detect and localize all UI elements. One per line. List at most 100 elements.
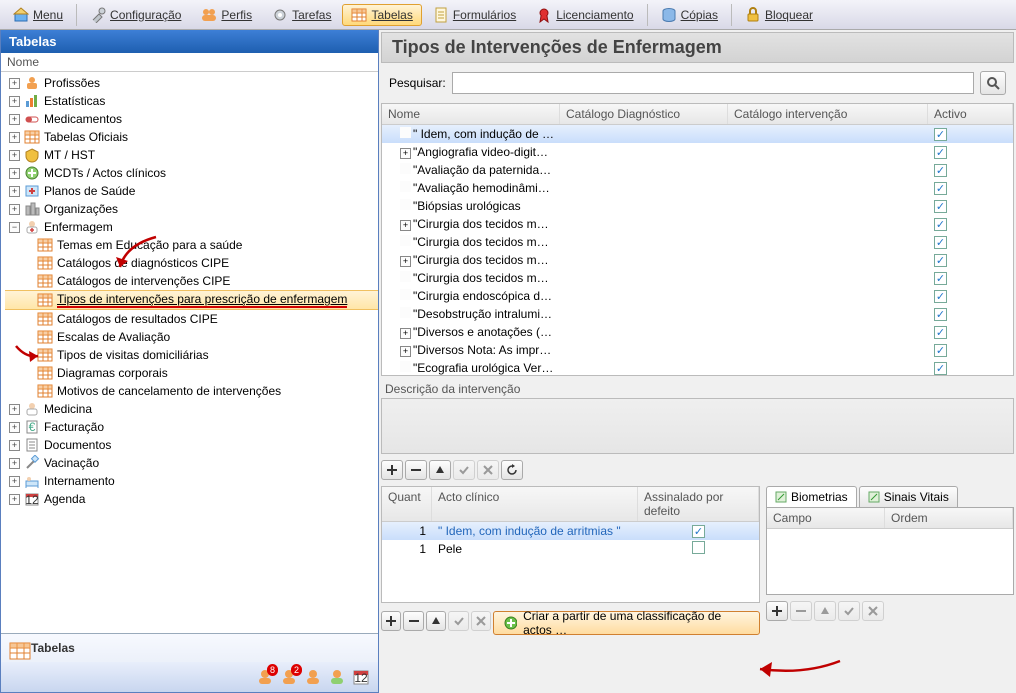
tab-sinais-vitais[interactable]: Sinais Vitais xyxy=(859,486,958,507)
expander-icon[interactable]: + xyxy=(9,186,20,197)
checkbox[interactable]: ✓ xyxy=(934,218,947,231)
grid-row[interactable]: "Avaliação hemodinâmica art…✓ xyxy=(382,179,1013,197)
acto-up-button[interactable] xyxy=(426,611,446,631)
grid-row[interactable]: "Desobstrução intraluminal c…✓ xyxy=(382,305,1013,323)
tree-item[interactable]: +Planos de Saúde xyxy=(5,182,378,200)
cancel-button[interactable] xyxy=(477,460,499,480)
acto-cancel-button[interactable] xyxy=(471,611,491,631)
tree-item[interactable]: +Organizações xyxy=(5,200,378,218)
tree-item[interactable]: Catálogos de diagnósticos CIPE xyxy=(5,254,378,272)
refresh-button[interactable] xyxy=(501,460,523,480)
expander-icon[interactable]: + xyxy=(9,114,20,125)
expander-icon[interactable]: + xyxy=(9,204,20,215)
tree-item[interactable]: +Profissões xyxy=(5,74,378,92)
col-cat-int[interactable]: Catálogo intervenção xyxy=(728,104,928,124)
acto-row[interactable]: 1Pele xyxy=(382,540,759,558)
tree-item[interactable]: Tipos de intervenções para prescrição de… xyxy=(5,290,378,310)
search-button[interactable] xyxy=(980,71,1006,95)
grid-row[interactable]: +"Cirurgia dos tecidos moles✓ xyxy=(382,251,1013,269)
grid-row[interactable]: +"Diversos Nota: As impressõ…✓ xyxy=(382,341,1013,359)
expander-icon[interactable]: + xyxy=(9,96,20,107)
checkbox[interactable]: ✓ xyxy=(934,362,947,375)
tree-item[interactable]: Temas em Educação para a saúde xyxy=(5,236,378,254)
row-expander-icon[interactable] xyxy=(400,163,411,174)
tab-up-button[interactable] xyxy=(814,601,836,621)
sidebar-tree[interactable]: +Profissões+Estatísticas+Medicamentos+Ta… xyxy=(1,72,378,633)
acto-body[interactable]: 1" Idem, com indução de arritmias "✓1Pel… xyxy=(382,522,759,602)
calendar-icon[interactable]: 12 xyxy=(352,668,370,686)
tabelas-button[interactable]: Tabelas xyxy=(342,4,421,26)
licenciamento-button[interactable]: Licenciamento xyxy=(527,4,642,26)
row-expander-icon[interactable] xyxy=(400,289,411,300)
col-nome[interactable]: Nome xyxy=(382,104,560,124)
criar-classificacao-button[interactable]: Criar a partir de uma classificação de a… xyxy=(493,611,760,635)
status-icon-2[interactable]: 2 xyxy=(280,668,298,686)
status-icon-4[interactable] xyxy=(328,668,346,686)
tree-item[interactable]: Tipos de visitas domiciliárias xyxy=(5,346,378,364)
expander-icon[interactable]: + xyxy=(9,476,20,487)
grid-row[interactable]: " Idem, com indução de arrit…✓ xyxy=(382,125,1013,143)
row-expander-icon[interactable]: + xyxy=(400,148,411,159)
col-ordem[interactable]: Ordem xyxy=(885,508,1013,528)
checkbox[interactable]: ✓ xyxy=(934,128,947,141)
row-expander-icon[interactable]: + xyxy=(400,328,411,339)
grid-row[interactable]: +"Cirurgia dos tecidos moles✓ xyxy=(382,215,1013,233)
checkbox[interactable]: ✓ xyxy=(692,525,705,538)
checkbox[interactable]: ✓ xyxy=(934,236,947,249)
desc-textarea[interactable] xyxy=(381,398,1014,454)
tab-biometrias[interactable]: Biometrias xyxy=(766,486,857,507)
row-expander-icon[interactable] xyxy=(400,127,411,138)
add-button[interactable] xyxy=(381,460,403,480)
grid-body[interactable]: " Idem, com indução de arrit…✓+"Angiogra… xyxy=(382,125,1013,375)
checkbox[interactable]: ✓ xyxy=(934,290,947,303)
expander-icon[interactable]: + xyxy=(9,132,20,143)
tree-item[interactable]: +Medicamentos xyxy=(5,110,378,128)
tree-item[interactable]: +MCDTs / Actos clínicos xyxy=(5,164,378,182)
expander-icon[interactable]: + xyxy=(9,404,20,415)
grid-row[interactable]: "Cirurgia dos tecidos moles✓ xyxy=(382,269,1013,287)
checkbox[interactable]: ✓ xyxy=(934,200,947,213)
tree-item[interactable]: Catálogos de intervenções CIPE xyxy=(5,272,378,290)
row-expander-icon[interactable]: + xyxy=(400,346,411,357)
checkbox[interactable]: ✓ xyxy=(934,326,947,339)
grid-row[interactable]: "Cirurgia dos tecidos moles✓ xyxy=(382,233,1013,251)
expander-icon[interactable]: + xyxy=(9,458,20,469)
tree-item[interactable]: +MT / HST xyxy=(5,146,378,164)
checkbox[interactable]: ✓ xyxy=(934,344,947,357)
expander-icon[interactable]: + xyxy=(9,168,20,179)
status-icon-1[interactable]: 8 xyxy=(256,668,274,686)
checkbox[interactable]: ✓ xyxy=(934,164,947,177)
checkbox[interactable] xyxy=(692,541,705,554)
tree-item[interactable]: Catálogos de resultados CIPE xyxy=(5,310,378,328)
tree-item[interactable]: +Medicina xyxy=(5,400,378,418)
tab-remove-button[interactable] xyxy=(790,601,812,621)
col-quant[interactable]: Quant xyxy=(382,487,432,521)
checkbox[interactable]: ✓ xyxy=(934,146,947,159)
row-expander-icon[interactable] xyxy=(400,235,411,246)
tree-item[interactable]: +12Agenda xyxy=(5,490,378,508)
tree-item[interactable]: Escalas de Avaliação xyxy=(5,328,378,346)
grid-row[interactable]: "Cirurgia endoscópica do seg…✓ xyxy=(382,287,1013,305)
checkbox[interactable]: ✓ xyxy=(934,182,947,195)
row-expander-icon[interactable] xyxy=(400,199,411,210)
expander-icon[interactable]: + xyxy=(9,422,20,433)
copias-button[interactable]: Cópias xyxy=(652,4,727,26)
menu-button[interactable]: Menu xyxy=(4,4,72,26)
acto-remove-button[interactable] xyxy=(403,611,423,631)
acto-confirm-button[interactable] xyxy=(448,611,468,631)
grid-row[interactable]: "Avaliação da paternidade, í…✓ xyxy=(382,161,1013,179)
tree-item[interactable]: −Enfermagem xyxy=(5,218,378,236)
confirm-button[interactable] xyxy=(453,460,475,480)
formularios-button[interactable]: Formulários xyxy=(424,4,525,26)
tree-item[interactable]: +€Facturação xyxy=(5,418,378,436)
tree-item[interactable]: +Estatísticas xyxy=(5,92,378,110)
grid-row[interactable]: +"Diversos e anotações (inclui …✓ xyxy=(382,323,1013,341)
checkbox[interactable]: ✓ xyxy=(934,254,947,267)
perfis-button[interactable]: Perfis xyxy=(192,4,261,26)
tree-item[interactable]: +Documentos xyxy=(5,436,378,454)
tree-item[interactable]: Motivos de cancelamento de intervenções xyxy=(5,382,378,400)
tarefas-button[interactable]: Tarefas xyxy=(263,4,340,26)
status-icon-3[interactable] xyxy=(304,668,322,686)
col-campo[interactable]: Campo xyxy=(767,508,885,528)
tree-item[interactable]: +Vacinação xyxy=(5,454,378,472)
